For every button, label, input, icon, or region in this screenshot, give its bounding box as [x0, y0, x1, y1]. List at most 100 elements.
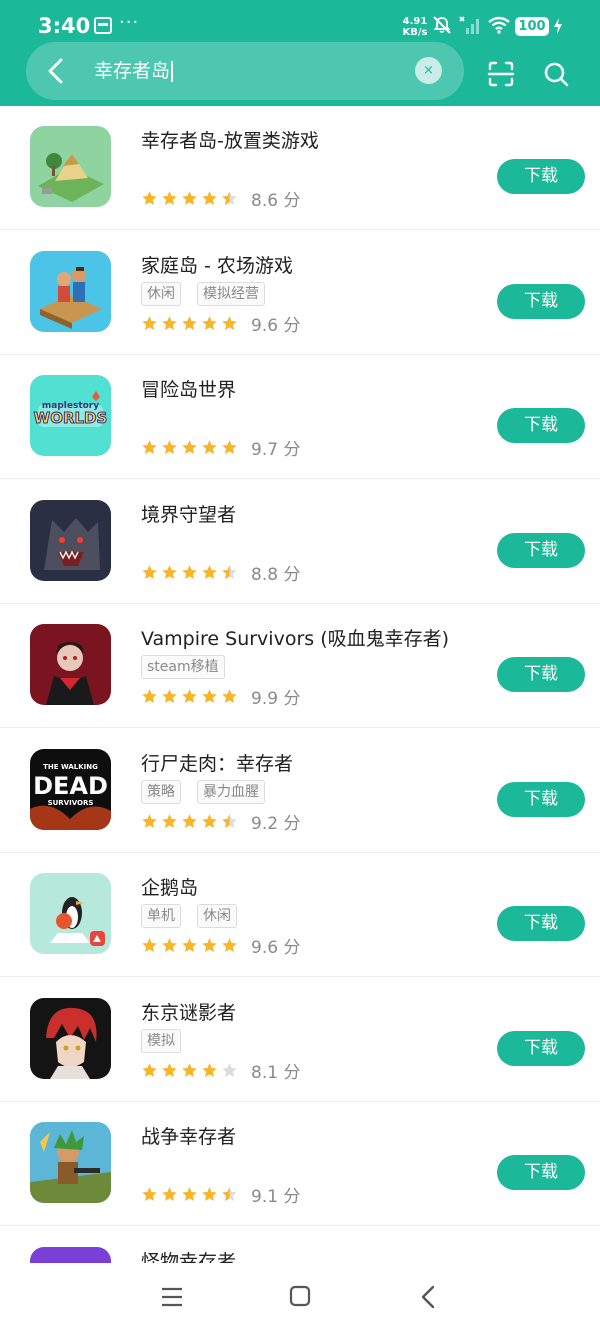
app-list-item[interactable]: 企鹅岛单机 休闲 9.6 分 下载 — [0, 853, 600, 977]
app-icon[interactable] — [30, 1122, 111, 1203]
battery-indicator: 100 — [515, 17, 549, 36]
download-button[interactable]: 下载 — [497, 782, 585, 817]
network-speed: 4.91 KB/s — [400, 16, 430, 38]
app-list-item[interactable]: Vampire Survivors (吸血鬼幸存者) steam移植 9.9 分 下载 — [0, 604, 600, 728]
app-name[interactable]: 企鹅岛 — [141, 873, 198, 900]
download-button[interactable]: 下载 — [497, 1155, 585, 1190]
app-list-item[interactable]: 战争幸存者 9.1 分 下载 — [0, 1102, 600, 1226]
nav-back-icon[interactable] — [419, 1284, 437, 1310]
app-score: 8.1 分 — [251, 1062, 301, 1083]
star-icon — [182, 439, 197, 454]
scan-icon[interactable] — [487, 60, 515, 88]
app-tags: 策略 暴力血腥 — [141, 780, 265, 804]
app-tag: 模拟 — [141, 1029, 181, 1053]
download-button[interactable]: 下载 — [497, 657, 585, 692]
star-icon — [142, 1062, 157, 1077]
app-tag: 休闲 — [197, 904, 237, 928]
download-button[interactable]: 下载 — [497, 284, 585, 319]
home-icon[interactable] — [289, 1285, 311, 1307]
star-icon — [202, 1062, 217, 1077]
star-icon — [142, 813, 157, 828]
search-bar[interactable] — [26, 42, 464, 100]
star-icon — [182, 1062, 197, 1077]
app-icon[interactable] — [30, 998, 111, 1079]
app-name[interactable]: 东京谜影者 — [141, 998, 236, 1025]
star-icon — [202, 564, 217, 579]
star-icon — [142, 190, 157, 205]
star-icon — [202, 688, 217, 703]
app-name[interactable]: 境界守望者 — [141, 500, 236, 527]
rating-stars — [141, 937, 238, 954]
download-button[interactable]: 下载 — [497, 906, 585, 941]
search-result-list[interactable]: 幸存者岛-放置类游戏 8.6 分下载 家庭岛 - 农场游戏 休闲 模拟经营 9.6 分下载… — [0, 106, 600, 1263]
app-icon[interactable] — [30, 873, 111, 954]
charging-bolt-icon — [554, 18, 562, 34]
app-name[interactable]: 行尸走肉：幸存者 — [141, 749, 293, 776]
text-cursor — [171, 61, 173, 82]
app-rating: 8.1 分 — [141, 1059, 301, 1083]
navigation-bar — [0, 1263, 600, 1333]
app-name[interactable]: 战争幸存者 — [141, 1122, 236, 1149]
back-icon[interactable] — [44, 56, 68, 86]
star-icon — [182, 937, 197, 952]
star-icon — [222, 190, 237, 205]
app-name[interactable]: 幸存者岛-放置类游戏 — [141, 126, 319, 153]
svg-text:THE WALKING: THE WALKING — [43, 763, 98, 771]
app-icon[interactable]: THE WALKING DEAD SURVIVORS — [30, 749, 111, 830]
star-icon — [182, 190, 197, 205]
rating-stars — [141, 688, 238, 705]
download-button[interactable]: 下载 — [497, 408, 585, 443]
app-icon[interactable] — [30, 500, 111, 581]
download-button[interactable]: 下载 — [497, 159, 585, 194]
notification-app-icon — [94, 17, 112, 34]
app-list-item[interactable]: 幸存者岛-放置类游戏 8.6 分 下载 — [0, 106, 600, 230]
star-icon — [222, 1062, 237, 1077]
menu-icon[interactable] — [161, 1286, 183, 1308]
app-tags: 单机 休闲 — [141, 904, 237, 928]
app-icon[interactable] — [30, 126, 111, 207]
app-score: 8.8 分 — [251, 564, 301, 585]
app-name[interactable]: 家庭岛 - 农场游戏 — [141, 251, 293, 278]
app-list-item[interactable]: 家庭岛 - 农场游戏 休闲 模拟经营 9.6 分 下载 — [0, 231, 600, 355]
rating-stars — [141, 564, 238, 581]
app-icon[interactable] — [30, 251, 111, 332]
app-list-item[interactable]: 境界守望者 8.8 分 下载 — [0, 480, 600, 604]
app-tag: steam移植 — [141, 655, 225, 679]
star-icon — [142, 937, 157, 952]
star-icon — [182, 813, 197, 828]
app-name[interactable]: 冒险岛世界 — [141, 375, 236, 402]
svg-text:DEAD: DEAD — [33, 772, 108, 800]
app-tag: 单机 — [141, 904, 181, 928]
search-input[interactable]: 幸存者岛 — [94, 58, 173, 84]
app-list-item[interactable]: 怪物幸存者 — [0, 1227, 600, 1263]
app-score: 9.6 分 — [251, 315, 301, 336]
download-button[interactable]: 下载 — [497, 533, 585, 568]
app-tag: 暴力血腥 — [197, 780, 265, 804]
app-rating: 9.6 分 — [141, 312, 301, 336]
search-icon[interactable] — [543, 61, 569, 87]
svg-text:SURVIVORS: SURVIVORS — [48, 799, 94, 807]
star-icon — [162, 937, 177, 952]
app-name[interactable]: Vampire Survivors (吸血鬼幸存者) — [141, 624, 449, 651]
app-name[interactable]: 怪物幸存者 — [141, 1247, 236, 1263]
network-speed-value: 4.91 — [402, 16, 428, 27]
download-button[interactable]: 下载 — [497, 1031, 585, 1066]
app-score: 8.6 分 — [251, 190, 301, 211]
app-list-item[interactable]: maplestory WORLDS 冒险岛世界 9.7 分 下载 — [0, 355, 600, 479]
star-icon — [182, 688, 197, 703]
star-icon — [142, 439, 157, 454]
app-rating: 9.6 分 — [141, 934, 300, 958]
app-list-item[interactable]: 东京谜影者模拟 8.1 分 下载 — [0, 978, 600, 1102]
app-icon[interactable] — [30, 624, 111, 705]
app-icon[interactable]: maplestory WORLDS — [30, 375, 111, 456]
signal-icon — [459, 16, 479, 34]
app-score: 9.1 分 — [251, 1186, 301, 1207]
clear-button[interactable]: × — [415, 57, 442, 84]
app-tags: 休闲 模拟经营 — [141, 282, 265, 306]
app-icon[interactable] — [30, 1247, 111, 1263]
star-icon — [162, 439, 177, 454]
star-icon — [222, 439, 237, 454]
star-icon — [142, 564, 157, 579]
app-list-item[interactable]: THE WALKING DEAD SURVIVORS 行尸走肉：幸存者 策略 暴力血腥 9.… — [0, 729, 600, 853]
star-icon — [222, 813, 237, 828]
